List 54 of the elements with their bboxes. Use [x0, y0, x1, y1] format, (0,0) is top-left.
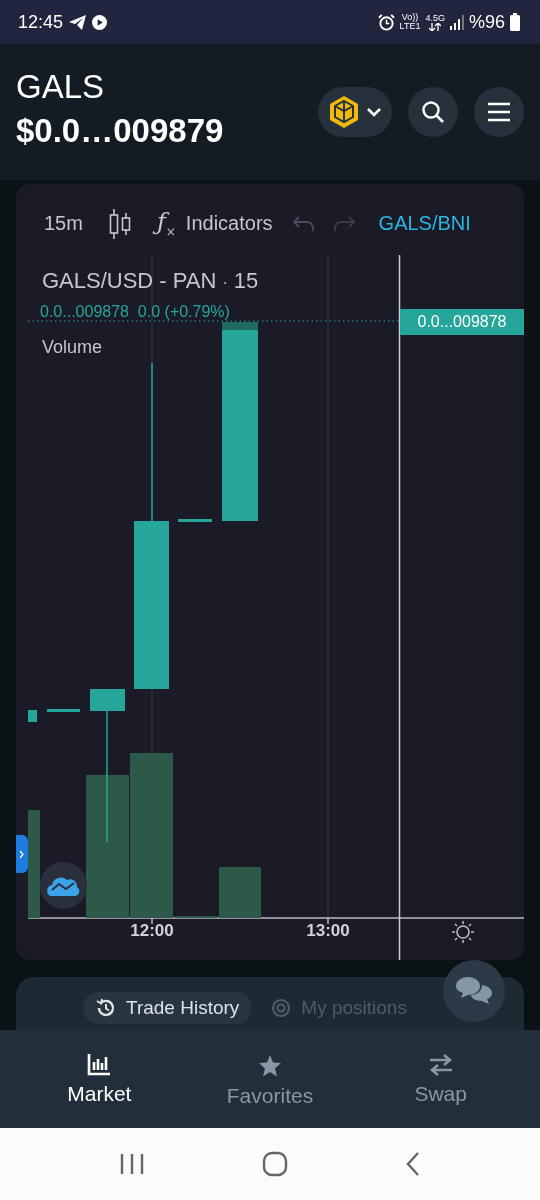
history-icon	[96, 998, 116, 1018]
candlestick	[47, 709, 80, 712]
nav-tab[interactable]: Swap	[365, 1030, 516, 1128]
bar-chart-icon	[87, 1054, 112, 1076]
separator-dot: ·	[222, 274, 228, 291]
time-axis-label: 12:00	[129, 921, 175, 941]
interval-selector[interactable]: 15m	[44, 212, 83, 235]
panel-tab[interactable]: Trade History	[84, 992, 252, 1024]
cube-logo-icon	[328, 95, 360, 129]
chart-interval: 15	[233, 268, 259, 293]
play-icon	[92, 14, 108, 30]
battery-icon	[510, 13, 520, 31]
menu-button[interactable]	[474, 87, 524, 137]
time-axis-label: 13:00	[305, 921, 351, 941]
paper-plane-icon	[69, 14, 87, 30]
nav-tab[interactable]: Market	[24, 1030, 175, 1128]
home-icon[interactable]	[262, 1151, 288, 1177]
chart-symbol: GALS/USD - PAN	[42, 268, 217, 293]
signal-icon	[449, 14, 464, 30]
chevron-right-icon	[19, 849, 24, 859]
swap-arrows-icon	[428, 1054, 453, 1076]
sun-icon[interactable]	[451, 920, 475, 944]
candlestick	[28, 710, 37, 722]
indicators-button[interactable]: Indicators	[185, 212, 273, 235]
network-selector[interactable]	[318, 87, 392, 137]
volume-bar	[219, 867, 261, 918]
pair-selector[interactable]: GALS/BNI	[378, 212, 471, 235]
recent-apps-icon[interactable]	[118, 1153, 145, 1175]
star-icon	[258, 1054, 282, 1078]
side-panel-handle[interactable]	[16, 835, 28, 873]
target-icon	[271, 998, 292, 1018]
chart-logo-button[interactable]	[40, 862, 87, 909]
price-tag: 0.0...009878	[400, 309, 524, 335]
data-arrows-icon	[429, 22, 442, 31]
chevron-down-icon	[366, 107, 382, 117]
token-price: $0.0…009879	[16, 111, 224, 151]
nav-tab[interactable]: Favorites	[195, 1030, 345, 1128]
menu-icon	[487, 102, 511, 122]
alarm-clock-icon	[377, 13, 395, 31]
candlestick	[178, 519, 212, 522]
battery-percent: %96	[468, 11, 505, 33]
last-price: 0.0...009878	[40, 303, 129, 320]
volume-label: Volume	[42, 337, 103, 358]
token-name: GALS	[16, 67, 106, 107]
search-icon	[421, 100, 445, 124]
back-icon[interactable]	[405, 1151, 422, 1177]
clock-time: 12:45	[18, 11, 64, 33]
candlestick-icon[interactable]	[108, 208, 131, 239]
volte-label: Vo))	[401, 13, 419, 22]
chat-bubbles-icon	[455, 976, 493, 1006]
price-change: 0.0 (+0.79%)	[137, 303, 230, 320]
search-button[interactable]	[408, 87, 458, 137]
network-label: 4.5G	[425, 13, 445, 23]
lte-label: LTE1	[399, 22, 421, 31]
